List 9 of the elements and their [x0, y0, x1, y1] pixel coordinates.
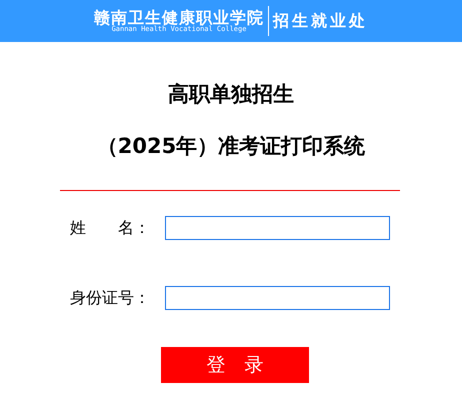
login-button[interactable]: 登 录: [161, 347, 309, 383]
input-field[interactable]: [165, 286, 390, 310]
page-subtitle: （2025年）准考证打印系统: [96, 133, 366, 160]
field-label: 姓 名：: [70, 217, 151, 239]
page-title: 高职单独招生: [168, 81, 294, 108]
department-name: 招生就业处: [273, 10, 368, 32]
field-label: 身份证号：: [70, 287, 151, 309]
input-field[interactable]: [165, 216, 390, 240]
school-name: 赣南卫生健康职业学院: [94, 8, 264, 26]
